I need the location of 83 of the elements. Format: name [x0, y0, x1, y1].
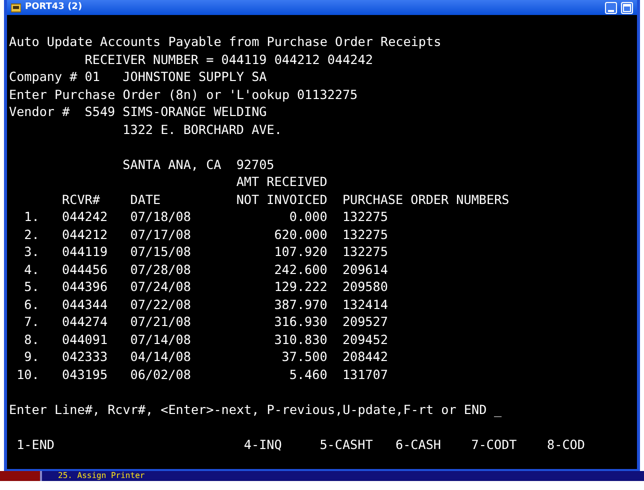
- table-cell: 04/14/08: [130, 348, 191, 366]
- table-cell: 132275: [342, 226, 388, 243]
- menu-item[interactable]: 25. Assign Printer: [58, 471, 145, 480]
- function-key[interactable]: 4-INQ: [244, 436, 282, 453]
- line-number: 2.: [23, 226, 40, 243]
- line-number: 5.: [23, 278, 40, 296]
- table-cell: 209452: [342, 330, 388, 348]
- table-cell-text: 242.600: [273, 260, 328, 278]
- company-number: 01: [84, 68, 100, 86]
- function-key[interactable]: 1-END: [16, 436, 54, 453]
- table-cell: 07/14/08: [130, 330, 191, 348]
- text-cursor: _: [494, 400, 502, 418]
- field-label: Vendor #: [9, 103, 70, 120]
- column-header: PURCHASE ORDER NUMBERS: [342, 190, 510, 208]
- maximize-button[interactable]: [621, 2, 633, 14]
- table-cell: 044119: [62, 243, 108, 260]
- window-title: PORT43 (2): [25, 3, 82, 12]
- table-cell-text: 316.930: [273, 313, 328, 330]
- line-number: 3.: [23, 243, 40, 260]
- line-number: 4.: [23, 260, 40, 278]
- table-cell: 07/17/08: [130, 226, 191, 243]
- table-cell: 131707: [342, 366, 388, 383]
- minimize-button[interactable]: [605, 2, 617, 14]
- table-cell: 209527: [342, 313, 388, 330]
- input-prompt: Enter Purchase Order (8n) or 'L'ookup: [9, 86, 290, 103]
- table-cell: 042333: [62, 348, 108, 366]
- table-cell-text: 387.970: [273, 296, 328, 313]
- table-cell: 044344: [62, 296, 108, 313]
- table-cell: 044274: [62, 313, 108, 330]
- receiver-numbers: RECEIVER NUMBER = 044119 044212 044242: [84, 50, 373, 68]
- purchase-order-value: 01132275: [296, 86, 358, 103]
- function-key[interactable]: 5-CASHT: [320, 436, 373, 453]
- app-icon: [11, 2, 21, 12]
- vendor-address: 1322 E. BORCHARD AVE.: [122, 120, 282, 138]
- line-number: 6.: [23, 296, 40, 313]
- column-header: DATE: [130, 190, 161, 208]
- function-key[interactable]: 6-CASH: [395, 436, 441, 453]
- table-cell: 043195: [62, 366, 108, 383]
- table-cell: 07/28/08: [130, 260, 191, 278]
- column-header: RCVR#: [62, 190, 100, 208]
- line-number: 10.: [16, 366, 40, 383]
- table-cell: 209614: [342, 260, 388, 278]
- table-cell: 209580: [342, 278, 388, 296]
- table-cell: 132275: [342, 208, 388, 226]
- line-number: 8.: [23, 330, 40, 348]
- table-cell: 07/21/08: [130, 313, 191, 330]
- table-cell: 044242: [62, 208, 108, 226]
- table-cell-text: 129.222: [273, 278, 328, 296]
- table-cell: 044212: [62, 226, 108, 243]
- vendor-name: SIMS-ORANGE WELDING: [122, 103, 267, 120]
- field-label: Company #: [9, 68, 78, 86]
- table-cell-text: 620.000: [273, 226, 328, 243]
- line-number: 9.: [23, 348, 40, 366]
- vendor-code: S549: [84, 103, 116, 120]
- function-key[interactable]: 7-CODT: [471, 436, 517, 453]
- table-cell: 044396: [62, 278, 108, 296]
- table-cell: 06/02/08: [130, 366, 191, 383]
- table-cell: 132275: [342, 243, 388, 260]
- table-cell-text: 5.460: [288, 366, 328, 383]
- table-cell: 132414: [342, 296, 388, 313]
- table-cell-text: 107.920: [273, 243, 328, 260]
- table-cell-text: 0.000: [288, 208, 328, 226]
- command-prompt: Enter Line#, Rcvr#, <Enter>-next, P-revious,U-pdate,F-rt or END: [9, 400, 486, 418]
- table-cell: 044091: [62, 330, 108, 348]
- table-cell: 044456: [62, 260, 108, 278]
- table-cell: 07/22/08: [130, 296, 191, 313]
- table-cell: 07/24/08: [130, 278, 191, 296]
- line-number: 1.: [23, 208, 40, 226]
- minimize-icon: [608, 8, 614, 12]
- line-number: 7.: [23, 313, 40, 330]
- column-header: AMT RECEIVED: [236, 173, 328, 190]
- table-cell: 208442: [342, 348, 388, 366]
- table-cell: 07/18/08: [130, 208, 191, 226]
- column-header: NOT INVOICED: [236, 190, 328, 208]
- table-cell: 07/15/08: [130, 243, 191, 260]
- vendor-zip: 92705: [236, 156, 274, 173]
- screen-title: Auto Update Accounts Payable from Purchase Order Receipts: [9, 33, 441, 50]
- maximize-icon: [623, 4, 631, 12]
- table-cell-text: 37.500: [280, 348, 328, 366]
- company-name: JOHNSTONE SUPPLY SA: [122, 68, 267, 86]
- vendor-city: SANTA ANA, CA: [122, 156, 222, 173]
- table-cell-text: 310.830: [273, 330, 328, 348]
- function-key[interactable]: 8-COD: [547, 436, 585, 453]
